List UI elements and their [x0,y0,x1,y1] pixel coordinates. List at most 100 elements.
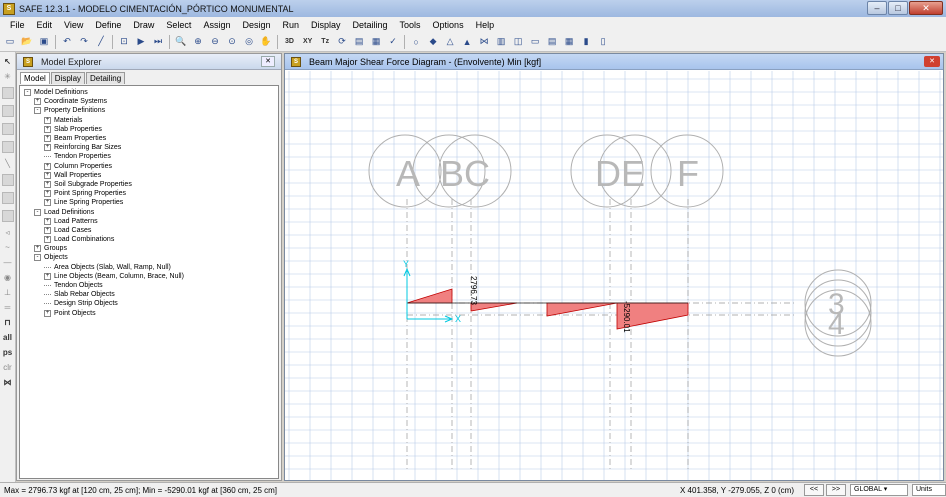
expand-icon[interactable]: + [44,162,51,170]
display-design-icon[interactable]: ▭ [528,35,542,49]
display-tables-icon[interactable]: ▦ [562,35,576,49]
expand-icon[interactable]: + [34,98,41,106]
report-icon[interactable]: ▯ [596,35,610,49]
expand-icon[interactable]: + [44,190,51,198]
display-reactions-icon[interactable]: ◫ [511,35,525,49]
draw-slab-icon[interactable] [1,87,14,99]
grid-options-icon[interactable]: ▦ [369,35,383,49]
collapse-icon[interactable]: - [34,254,41,262]
tree-node-label[interactable]: Materials [54,116,82,125]
close-explorer-icon[interactable]: ✕ [261,56,275,67]
tree-node[interactable]: - Model Definitions [20,88,278,97]
expand-icon[interactable]: + [44,199,51,207]
expand-icon[interactable]: + [44,226,51,234]
tree-node-label[interactable]: Coordinate Systems [44,97,107,106]
previous-selection-button[interactable]: ps [3,348,12,357]
coordinate-system-select[interactable]: GLOBAL ▾ [850,484,908,496]
draw-rebar-icon[interactable]: — [4,258,12,267]
tree-node-label[interactable]: Load Cases [54,226,91,235]
menu-draw[interactable]: Draw [127,20,160,30]
tree-node-label[interactable]: Design Strip Objects [54,299,118,308]
tree-node[interactable]: + Load Combinations [20,235,278,244]
expand-icon[interactable]: + [44,116,51,124]
view-tz-button[interactable]: Tz [318,35,332,49]
tree-node-label[interactable]: Slab Properties [54,125,102,134]
view-3d-button[interactable]: 3D [282,35,297,49]
draw-area-icon[interactable] [1,123,14,135]
expand-icon[interactable]: + [44,217,51,225]
tab-detailing[interactable]: Detailing [86,72,126,84]
select-object-icon[interactable]: ○ [409,35,423,49]
draw-line-icon[interactable]: ~ [5,243,10,252]
undo-icon[interactable]: ↶ [60,35,74,49]
tree-node[interactable]: + Coordinate Systems [20,97,278,106]
save-icon[interactable]: ▣ [37,35,51,49]
section-cut-icon[interactable]: ⊓ [4,318,10,327]
menu-detailing[interactable]: Detailing [347,20,394,30]
expand-icon[interactable]: + [44,125,51,133]
tree-node-label[interactable]: Wall Properties [54,171,101,180]
view-xy-button[interactable]: XY [300,35,315,49]
expand-icon[interactable]: + [44,135,51,143]
display-deformed-icon[interactable]: ◆ [426,35,440,49]
tree-node[interactable]: + Reinforcing Bar Sizes [20,143,278,152]
show-labels-icon[interactable]: ▤ [352,35,366,49]
open-folder-icon[interactable]: 📂 [20,35,34,49]
display-loads-icon[interactable]: ▲ [460,35,474,49]
maximize-button[interactable]: □ [888,1,908,15]
draw-rectangle-icon[interactable] [1,105,14,117]
tree-node-label[interactable]: Point Spring Properties [54,189,126,198]
menu-edit[interactable]: Edit [31,20,59,30]
tree-node[interactable]: + Column Properties [20,162,278,171]
tree-node[interactable]: + Load Patterns [20,217,278,226]
tree-node-label[interactable]: Property Definitions [44,106,105,115]
menu-define[interactable]: Define [89,20,127,30]
tree-node-label[interactable]: Point Objects [54,309,96,318]
rotate-view-icon[interactable]: ⟳ [335,35,349,49]
tree-node-label[interactable]: Load Combinations [54,235,114,244]
tree-node[interactable]: + Wall Properties [20,171,278,180]
collapse-icon[interactable]: - [34,208,41,216]
minimize-button[interactable]: – [867,1,887,15]
menu-help[interactable]: Help [470,20,501,30]
menu-design[interactable]: Design [236,20,276,30]
expand-icon[interactable]: + [34,245,41,253]
zoom-previous-icon[interactable]: ◎ [242,35,256,49]
tree-node-label[interactable]: Objects [44,253,68,262]
tree-node[interactable]: Tendon Objects [20,281,278,290]
draw-reference-icon[interactable]: ═ [5,303,11,312]
tree-node[interactable]: Design Strip Objects [20,299,278,308]
tree-node-label[interactable]: Soil Subgrade Properties [54,180,132,189]
tree-node[interactable]: + Line Objects (Beam, Column, Brace, Null… [20,272,278,281]
draw-beam-icon[interactable]: ╲ [5,159,10,168]
tree-node[interactable]: + Line Spring Properties [20,198,278,207]
menu-display[interactable]: Display [305,20,347,30]
tree-node[interactable]: + Point Objects [20,309,278,318]
tree-node-label[interactable]: Tendon Properties [54,152,111,161]
zoom-window-icon[interactable]: 🔍 [174,35,188,49]
units-button[interactable]: Units [912,484,946,496]
expand-icon[interactable]: + [44,272,51,280]
tree-node-label[interactable]: Model Definitions [34,88,88,97]
menu-options[interactable]: Options [427,20,470,30]
chart-icon[interactable]: ▮ [579,35,593,49]
plot-area[interactable]: A BC DE F 3 4 2796.73 -5290.01 Y X [285,71,943,480]
close-diagram-icon[interactable]: ✕ [924,56,940,67]
next-story-button[interactable]: >> [826,484,846,496]
zoom-fit-icon[interactable]: ⊙ [225,35,239,49]
tree-node-label[interactable]: Column Properties [54,162,112,171]
run-design-icon[interactable]: ⏭ [151,35,165,49]
clear-selection-button[interactable]: clr [3,363,11,372]
expand-icon[interactable]: + [44,171,51,179]
display-triangle-icon[interactable]: △ [443,35,457,49]
safe-app-icon[interactable]: S [3,2,15,15]
tree-node[interactable]: - Objects [20,253,278,262]
menu-file[interactable]: File [4,20,31,30]
shear-segment-3[interactable] [546,302,618,317]
expand-icon[interactable]: + [44,236,51,244]
tab-model[interactable]: Model [20,72,50,84]
tree-node[interactable]: + Soil Subgrade Properties [20,180,278,189]
select-all-button[interactable]: all [3,333,12,342]
shear-diagram-svg[interactable]: A BC DE F 3 4 2796.73 -5290.01 Y X [285,71,943,480]
tree-node[interactable]: Tendon Properties [20,152,278,161]
